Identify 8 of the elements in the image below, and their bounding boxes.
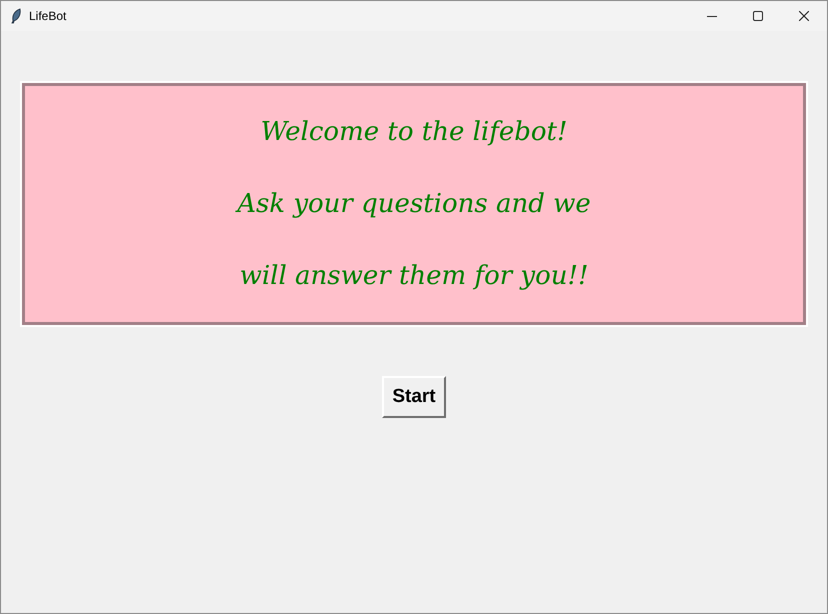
welcome-text: Ask your questions and we bbox=[237, 188, 591, 221]
window-title: LifeBot bbox=[29, 8, 66, 25]
close-icon bbox=[799, 11, 809, 21]
welcome-text: will answer them for you!! bbox=[240, 260, 588, 293]
welcome-text: Welcome to the lifebot! bbox=[260, 116, 568, 149]
feather-icon bbox=[10, 8, 22, 24]
start-button[interactable]: Start bbox=[382, 376, 446, 418]
maximize-icon bbox=[753, 11, 763, 21]
